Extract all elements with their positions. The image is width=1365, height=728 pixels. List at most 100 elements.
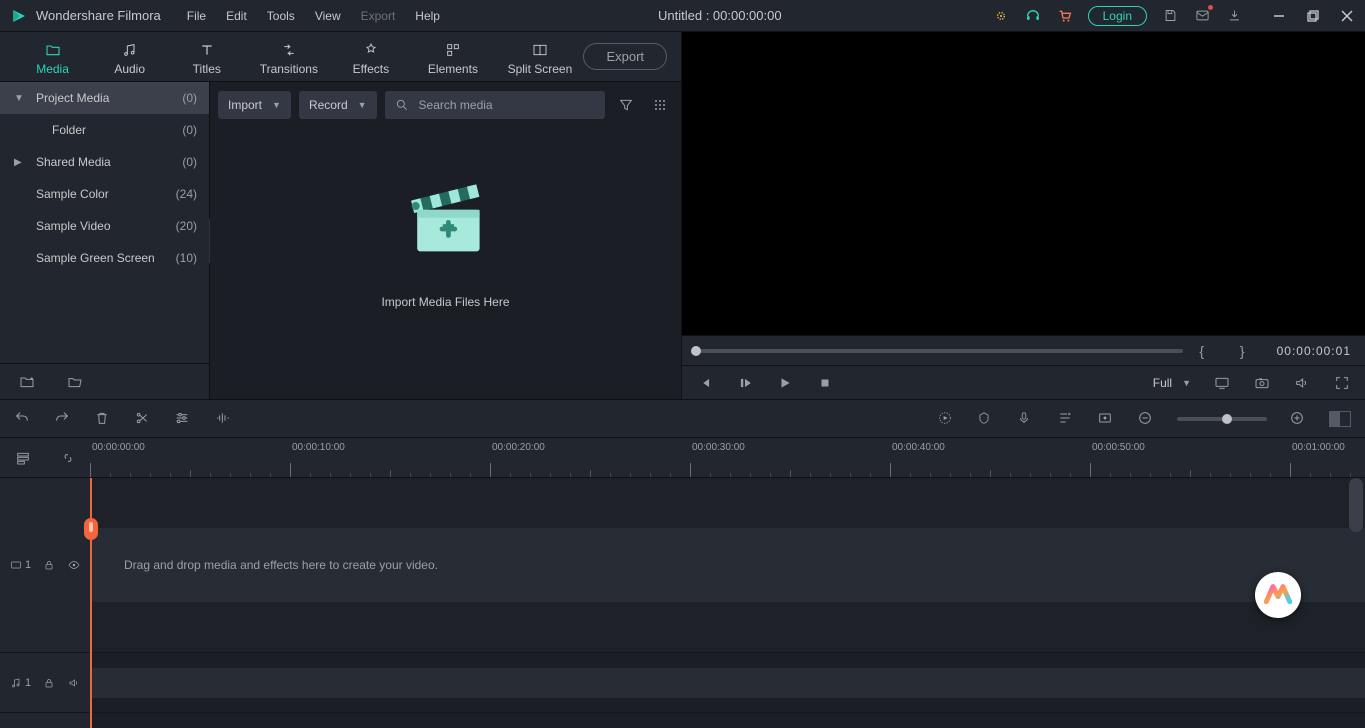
- sidebar-item-folder[interactable]: Folder (0): [0, 114, 209, 146]
- audio-mixer-icon[interactable]: [1057, 410, 1075, 428]
- download-icon[interactable]: [1225, 7, 1243, 25]
- grid-view-icon[interactable]: [647, 91, 673, 119]
- time-ruler[interactable]: 00:00:00:0000:00:10:0000:00:20:0000:00:3…: [90, 438, 1365, 478]
- ruler-label: 00:01:00:00: [1292, 442, 1345, 453]
- audio-wave-icon[interactable]: [214, 410, 232, 428]
- preview-canvas[interactable]: [682, 32, 1365, 335]
- messages-icon[interactable]: [1193, 7, 1211, 25]
- menu-view[interactable]: View: [307, 5, 349, 27]
- menu-edit[interactable]: Edit: [218, 5, 255, 27]
- seek-slider[interactable]: [696, 349, 1183, 353]
- preview-quality-label: Full: [1153, 376, 1172, 390]
- clapperboard-icon: [398, 173, 494, 269]
- lock-track-icon[interactable]: [43, 556, 55, 574]
- zoom-slider[interactable]: [1177, 417, 1267, 421]
- keyframe-icon[interactable]: [1097, 410, 1115, 428]
- search-input[interactable]: [417, 97, 595, 113]
- manage-tracks-icon[interactable]: [14, 449, 32, 467]
- sidebar-item-sample-green[interactable]: Sample Green Screen (10): [0, 242, 209, 274]
- tab-elements[interactable]: Elements: [409, 38, 496, 76]
- app-logo-icon: [10, 7, 28, 25]
- voiceover-icon[interactable]: [1017, 410, 1035, 428]
- split-icon[interactable]: [134, 410, 152, 428]
- preview-quality-dropdown[interactable]: Full ▼: [1153, 376, 1191, 390]
- tab-label: Media: [36, 62, 69, 76]
- sidebar-item-label: Folder: [30, 123, 182, 137]
- import-label: Import: [228, 98, 262, 112]
- browser-toolbar: Import ▼ Record ▼: [218, 88, 673, 122]
- sidebar-item-project-media[interactable]: ▼ Project Media (0): [0, 82, 209, 114]
- tips-icon[interactable]: [992, 7, 1010, 25]
- search-icon: [395, 98, 409, 112]
- volume-icon[interactable]: [1293, 374, 1311, 392]
- tracks-area[interactable]: Drag and drop media and effects here to …: [90, 478, 1365, 728]
- redo-icon[interactable]: [54, 410, 72, 428]
- open-folder-icon[interactable]: [66, 373, 84, 391]
- close-button[interactable]: [1335, 4, 1359, 28]
- music-icon: [121, 42, 139, 58]
- tab-label: Effects: [353, 62, 389, 76]
- mute-track-icon[interactable]: [67, 674, 81, 692]
- audio-track[interactable]: [90, 653, 1365, 713]
- tab-effects[interactable]: Effects: [332, 38, 409, 76]
- sidebar-item-sample-video[interactable]: Sample Video (20): [0, 210, 209, 242]
- search-media[interactable]: [385, 91, 605, 119]
- menu-help[interactable]: Help: [407, 5, 448, 27]
- seek-knob[interactable]: [691, 346, 701, 356]
- ai-assistant-badge[interactable]: [1255, 572, 1301, 618]
- tab-audio[interactable]: Audio: [91, 38, 168, 76]
- timeline-scrollbar[interactable]: [1349, 478, 1363, 532]
- import-dropdown[interactable]: Import ▼: [218, 91, 291, 119]
- sidebar-item-count: (0): [182, 91, 197, 105]
- tab-transitions[interactable]: Transitions: [245, 38, 332, 76]
- new-folder-icon[interactable]: [18, 373, 36, 391]
- zoom-out-icon[interactable]: [1137, 410, 1155, 428]
- sidebar-item-label: Sample Green Screen: [30, 251, 176, 265]
- login-button[interactable]: Login: [1088, 6, 1147, 26]
- prev-frame-button[interactable]: [696, 374, 714, 392]
- video-track-header[interactable]: 1: [0, 478, 90, 653]
- filter-icon[interactable]: [613, 91, 639, 119]
- tab-media[interactable]: Media: [14, 38, 91, 76]
- import-drop-zone[interactable]: Import Media Files Here: [210, 122, 681, 399]
- audio-track-header[interactable]: 1: [0, 653, 90, 713]
- preview-controls: Full ▼: [682, 365, 1365, 399]
- video-track[interactable]: Drag and drop media and effects here to …: [90, 478, 1365, 653]
- export-button[interactable]: Export: [583, 43, 667, 70]
- ruler-label: 00:00:30:00: [692, 442, 745, 453]
- stop-button[interactable]: [816, 374, 834, 392]
- cart-icon[interactable]: [1056, 7, 1074, 25]
- elements-icon: [444, 42, 462, 58]
- markers-icon[interactable]: { }: [1195, 343, 1264, 359]
- lock-track-icon[interactable]: [43, 674, 55, 692]
- sidebar-item-sample-color[interactable]: Sample Color (24): [0, 178, 209, 210]
- sidebar-item-shared-media[interactable]: ▶ Shared Media (0): [0, 146, 209, 178]
- maximize-button[interactable]: [1301, 4, 1325, 28]
- fullscreen-icon[interactable]: [1333, 374, 1351, 392]
- play-pause-button[interactable]: [736, 374, 754, 392]
- ruler-label: 00:00:20:00: [492, 442, 545, 453]
- support-icon[interactable]: [1024, 7, 1042, 25]
- menu-file[interactable]: File: [179, 5, 214, 27]
- tab-titles[interactable]: Titles: [168, 38, 245, 76]
- display-icon[interactable]: [1213, 374, 1231, 392]
- toggle-visible-icon[interactable]: [67, 556, 81, 574]
- zoom-knob[interactable]: [1222, 414, 1232, 424]
- audio-track-band: [90, 668, 1365, 698]
- zoom-in-icon[interactable]: [1289, 410, 1307, 428]
- undo-icon[interactable]: [14, 410, 32, 428]
- zoom-fit-toggle[interactable]: [1329, 411, 1351, 427]
- minimize-button[interactable]: [1267, 4, 1291, 28]
- tab-split-screen[interactable]: Split Screen: [496, 38, 583, 76]
- play-button[interactable]: [776, 374, 794, 392]
- snapshot-icon[interactable]: [1253, 374, 1271, 392]
- adjust-icon[interactable]: [174, 410, 192, 428]
- link-tracks-icon[interactable]: [59, 449, 77, 467]
- menu-tools[interactable]: Tools: [259, 5, 303, 27]
- record-dropdown[interactable]: Record ▼: [299, 91, 377, 119]
- ruler-label: 00:00:10:00: [292, 442, 345, 453]
- marker-icon[interactable]: [977, 410, 995, 428]
- render-icon[interactable]: [937, 410, 955, 428]
- delete-icon[interactable]: [94, 410, 112, 428]
- save-icon[interactable]: [1161, 7, 1179, 25]
